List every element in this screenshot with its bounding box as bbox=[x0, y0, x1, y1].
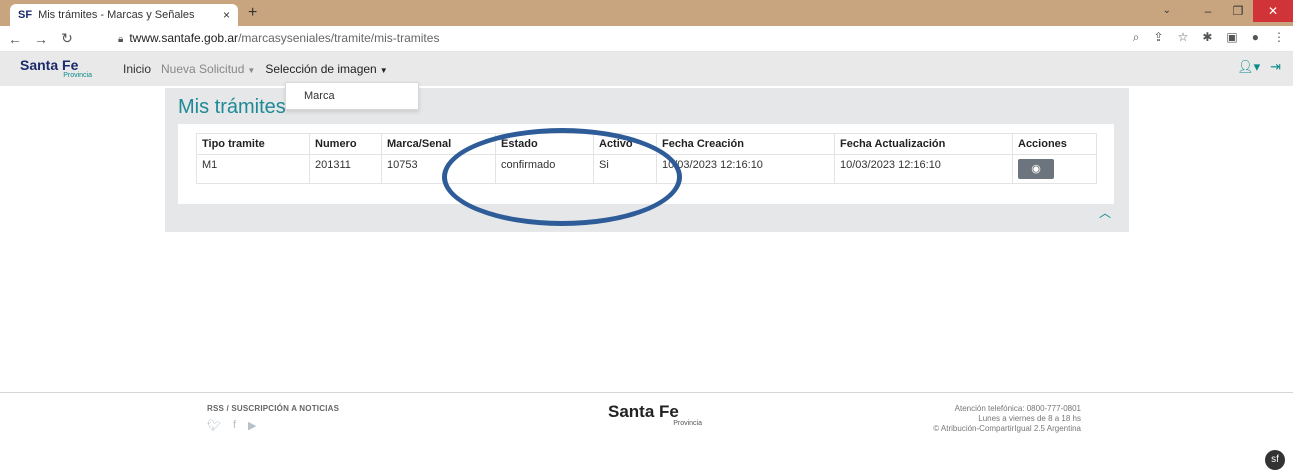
logout-icon[interactable]: ⇥ bbox=[1270, 59, 1281, 75]
tab-search-chevron-icon[interactable]: ⌄ bbox=[1163, 5, 1171, 16]
footer-left: RSS / SUSCRIPCIÓN A NOTICIAS 🐦︎ f ▶ bbox=[207, 404, 339, 432]
bookmark-star-icon[interactable]: ☆ bbox=[1178, 30, 1189, 45]
footer-license[interactable]: © Atribución-CompartirIgual 2.5 Argentin… bbox=[933, 424, 1081, 434]
nav-menu: Inicio Nueva Solicitud ▼ Selección de ima… bbox=[123, 62, 388, 76]
nav-right-icons: 👤︎▾ ⇥ bbox=[1237, 59, 1281, 75]
cell-numero: 201311 bbox=[309, 154, 382, 184]
window-close-icon[interactable]: ✕ bbox=[1253, 0, 1293, 22]
annotation-ellipse bbox=[442, 128, 682, 226]
footer-logo: Santa Fe Provincia bbox=[608, 402, 702, 427]
caret-down-icon: ▼ bbox=[247, 66, 256, 75]
tab-title: Mis trámites - Marcas y Señales bbox=[38, 9, 195, 21]
page-title: Mis trámites bbox=[178, 96, 286, 118]
col-fecha-creacion: Fecha Creación bbox=[656, 133, 835, 155]
profile-icon[interactable]: ● bbox=[1252, 30, 1259, 45]
nav-nueva-solicitud[interactable]: Nueva Solicitud ▼ bbox=[161, 62, 255, 76]
santa-fe-logo[interactable]: Santa Fe Provincia bbox=[20, 58, 92, 80]
share-icon[interactable]: ⇪ bbox=[1154, 30, 1164, 45]
chevron-up-icon[interactable]: ︿ bbox=[1099, 204, 1111, 221]
col-tipo-tramite: Tipo tramite bbox=[196, 133, 310, 155]
nav-inicio[interactable]: Inicio bbox=[123, 62, 151, 76]
zoom-icon[interactable]: ⌕ bbox=[1133, 30, 1140, 45]
cell-fecha-creacion: 10/03/2023 12:16:10 bbox=[656, 154, 835, 184]
reload-icon[interactable]: ↻ bbox=[56, 30, 78, 47]
tab-close-icon[interactable]: × bbox=[223, 8, 230, 22]
cell-fecha-actualizacion: 10/03/2023 12:16:10 bbox=[834, 154, 1013, 184]
browser-toolbar-icons: ⌕ ⇪ ☆ ✱ ▣ ● ⋮ bbox=[1133, 30, 1285, 45]
url-field[interactable]: 🔒︎ twww.santafe.gob.ar/marcasyseniales/tr… bbox=[118, 31, 439, 45]
col-fecha-actualizacion: Fecha Actualización bbox=[834, 133, 1013, 155]
footer-divider bbox=[0, 392, 1293, 393]
twitter-icon[interactable]: 🐦︎ bbox=[207, 419, 221, 432]
cell-acciones: ◉ bbox=[1012, 154, 1097, 184]
address-bar: ← → ↻ 🔒︎ twww.santafe.gob.ar/marcasysenia… bbox=[0, 26, 1293, 52]
back-icon[interactable]: ← bbox=[4, 31, 26, 47]
col-numero: Numero bbox=[309, 133, 382, 155]
col-acciones: Acciones bbox=[1012, 133, 1097, 155]
caret-down-icon: ▼ bbox=[379, 66, 388, 75]
youtube-icon[interactable]: ▶ bbox=[248, 419, 256, 432]
nav-seleccion-imagen[interactable]: Selección de imagen ▼ bbox=[265, 62, 387, 76]
user-menu-icon[interactable]: 👤︎▾ bbox=[1237, 59, 1260, 75]
footer-hours: Lunes a viernes de 8 a 18 hs bbox=[978, 414, 1081, 423]
facebook-icon[interactable]: f bbox=[233, 419, 236, 432]
menu-kebab-icon[interactable]: ⋮ bbox=[1273, 30, 1285, 45]
seleccion-imagen-dropdown: Marca bbox=[285, 82, 419, 110]
browser-tab[interactable]: SF Mis trámites - Marcas y Señales × bbox=[10, 4, 238, 26]
side-panel-icon[interactable]: ▣ bbox=[1226, 30, 1237, 45]
minimize-icon[interactable]: – bbox=[1193, 4, 1223, 18]
footer-contact: Atención telefónica: 0800-777-0801 Lunes… bbox=[933, 404, 1081, 434]
dropdown-item-marca[interactable]: Marca bbox=[304, 90, 335, 102]
eye-icon: ◉ bbox=[1031, 163, 1041, 175]
new-tab-icon[interactable]: + bbox=[248, 4, 257, 22]
restore-icon[interactable]: ❐ bbox=[1223, 4, 1253, 18]
app-navbar: Santa Fe Provincia Inicio Nueva Solicitu… bbox=[0, 52, 1293, 86]
extensions-icon[interactable]: ✱ bbox=[1202, 30, 1212, 45]
symfony-toolbar-icon[interactable]: sf bbox=[1265, 450, 1285, 470]
window-controls: – ❐ ✕ bbox=[1193, 0, 1293, 22]
browser-tab-bar: SF Mis trámites - Marcas y Señales × + ⌄… bbox=[0, 0, 1293, 26]
footer-phone: Atención telefónica: 0800-777-0801 bbox=[954, 404, 1081, 413]
cell-tipo-tramite: M1 bbox=[196, 154, 310, 184]
rss-link[interactable]: RSS / SUSCRIPCIÓN A NOTICIAS bbox=[207, 404, 339, 413]
lock-icon: 🔒︎ bbox=[118, 34, 124, 45]
site-favicon-icon: SF bbox=[18, 9, 33, 21]
forward-icon[interactable]: → bbox=[30, 31, 52, 47]
social-links: 🐦︎ f ▶ bbox=[207, 419, 339, 432]
view-button[interactable]: ◉ bbox=[1018, 159, 1054, 179]
